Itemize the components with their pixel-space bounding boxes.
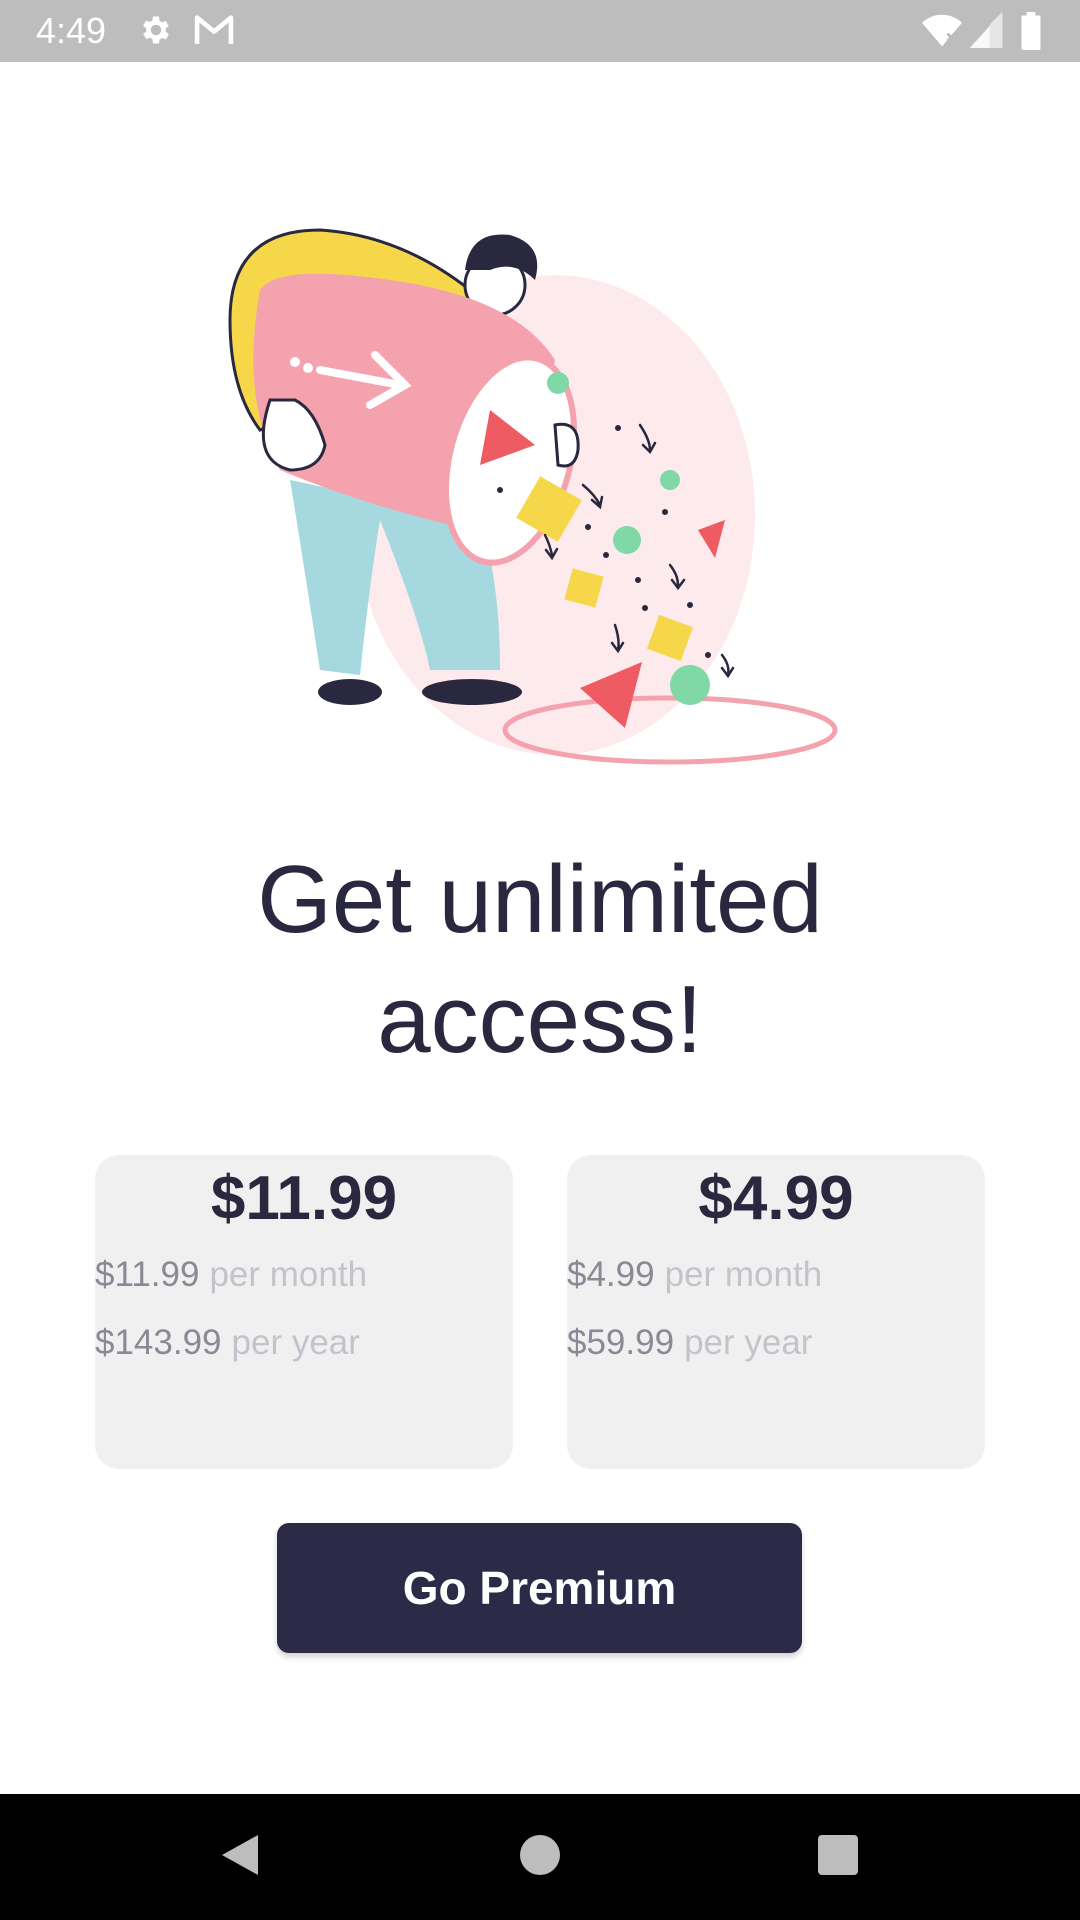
plan-monthly-amount: $4.99: [567, 1255, 655, 1294]
plan-monthly-unit: per month: [664, 1255, 823, 1294]
plan-monthly-line: $11.99 per month: [95, 1255, 367, 1295]
plan-yearly-line: $59.99 per year: [567, 1323, 812, 1363]
plan-yearly-line: $143.99 per year: [95, 1323, 360, 1363]
back-button[interactable]: [180, 1794, 300, 1920]
back-icon: [218, 1831, 262, 1884]
signal-icon: [968, 10, 1004, 55]
status-time: 4:49: [36, 10, 107, 51]
battery-icon: [1018, 12, 1044, 55]
recents-icon: [818, 1834, 858, 1880]
home-button[interactable]: [480, 1794, 600, 1920]
person-pouring-shapes-illustration: [200, 200, 880, 780]
headline-line-1: Get unlimited: [257, 846, 823, 953]
plan-monthly-line: $4.99 per month: [567, 1255, 822, 1295]
plan-price: $11.99: [210, 1164, 398, 1233]
go-premium-button[interactable]: Go Premium: [277, 1523, 802, 1653]
plan-yearly-unit: per year: [684, 1323, 813, 1362]
page-title: Get unlimited access!: [0, 840, 1080, 1080]
plan-yearly-amount: $143.99: [95, 1323, 222, 1362]
plan-price: $4.99: [698, 1164, 854, 1233]
headline-line-2: access!: [377, 966, 703, 1073]
plan-monthly-unit: per month: [209, 1255, 368, 1294]
navigation-bar: [0, 1794, 1080, 1920]
gmail-icon: [194, 12, 234, 53]
plan-yearly-unit: per year: [231, 1323, 360, 1362]
plan-card-monthly-4-99[interactable]: $4.99 $4.99 per month $59.99 per year: [567, 1155, 985, 1469]
status-bar: 4:49: [0, 0, 1080, 62]
plan-card-monthly-11-99[interactable]: $11.99 $11.99 per month $143.99 per year: [95, 1155, 513, 1469]
recents-button[interactable]: [778, 1794, 898, 1920]
plan-monthly-amount: $11.99: [95, 1255, 200, 1294]
home-icon: [520, 1834, 560, 1880]
settings-icon: [138, 12, 174, 53]
wifi-icon: [920, 10, 964, 55]
plan-yearly-amount: $59.99: [567, 1323, 675, 1362]
